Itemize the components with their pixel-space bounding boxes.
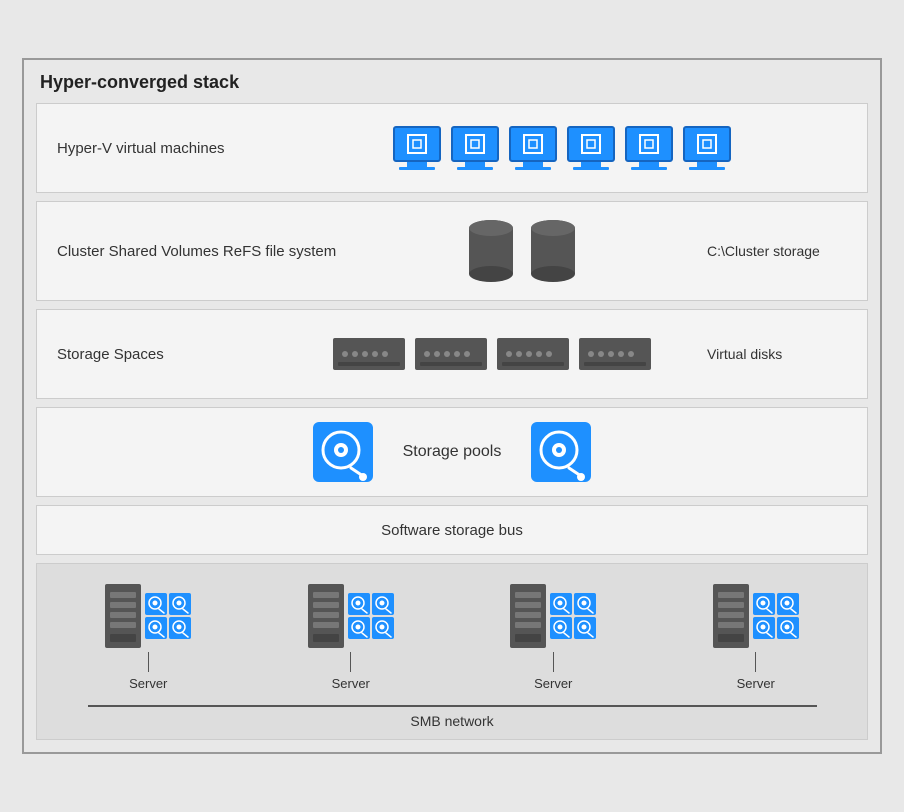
hyperv-icons: [277, 126, 847, 170]
server-tick-3: [553, 652, 554, 672]
csv-label: Cluster Shared Volumes ReFS file system: [57, 243, 336, 260]
storage-spaces-label: Storage Spaces: [57, 346, 277, 363]
hyperv-layer: Hyper-V virtual machines: [36, 103, 868, 193]
hdd-icon-right: [531, 422, 591, 482]
db-icon-2: [527, 216, 579, 286]
mini-hdd-3b: [574, 593, 596, 615]
vm-screen: [393, 126, 441, 162]
nas-icon-4: [579, 334, 651, 374]
db-icon-1: [465, 216, 517, 286]
vm-icon-5: [625, 126, 673, 170]
server-tick-4: [755, 652, 756, 672]
nas-icon-3: [497, 334, 569, 374]
server-with-drives-2: [308, 584, 394, 648]
server-node-3: Server: [510, 584, 596, 691]
drives-grid-2: [348, 593, 394, 639]
mini-hdd-1c: [145, 617, 167, 639]
server-node-4: Server: [713, 584, 799, 691]
vm-icon-1: [393, 126, 441, 170]
storage-spaces-right-label: Virtual disks: [707, 346, 847, 362]
server-tick-2: [350, 652, 351, 672]
mini-hdd-1a: [145, 593, 167, 615]
server-tower-3: [510, 584, 546, 648]
hdd-icon-left: [313, 422, 373, 482]
server-tower-1: [105, 584, 141, 648]
mini-hdd-2a: [348, 593, 370, 615]
server-label-2: Server: [332, 676, 370, 691]
storage-spaces-icons: [277, 334, 707, 374]
mini-hdd-2d: [372, 617, 394, 639]
drives-grid-4: [753, 593, 799, 639]
nas-icon-1: [333, 334, 405, 374]
mini-hdd-4c: [753, 617, 775, 639]
mini-hdd-4d: [777, 617, 799, 639]
mini-hdd-4b: [777, 593, 799, 615]
server-with-drives-1: [105, 584, 191, 648]
smb-line: [88, 705, 817, 707]
vm-icon-4: [567, 126, 615, 170]
diagram-container: Hyper-converged stack Hyper-V virtual ma…: [22, 58, 882, 754]
mini-hdd-3a: [550, 593, 572, 615]
vm-base: [399, 167, 435, 170]
server-node-2: Server: [308, 584, 394, 691]
storage-spaces-layer: Storage Spaces: [36, 309, 868, 399]
hyperv-label: Hyper-V virtual machines: [57, 140, 277, 157]
vm-icon-6: [683, 126, 731, 170]
storage-pools-layer: Storage pools: [36, 407, 868, 497]
server-tower-4: [713, 584, 749, 648]
drives-grid-1: [145, 593, 191, 639]
vm-icon-2: [451, 126, 499, 170]
csv-icons: [336, 216, 707, 286]
servers-row: Server: [47, 574, 857, 701]
drives-grid-3: [550, 593, 596, 639]
mini-hdd-3d: [574, 617, 596, 639]
storage-pools-label: Storage pools: [403, 443, 502, 461]
vm-icon-3: [509, 126, 557, 170]
csv-right-label: C:\Cluster storage: [707, 243, 847, 259]
mini-hdd-1d: [169, 617, 191, 639]
mini-hdd-2b: [372, 593, 394, 615]
mini-hdd-3c: [550, 617, 572, 639]
mini-hdd-2c: [348, 617, 370, 639]
server-label-1: Server: [129, 676, 167, 691]
smb-network-row: SMB network: [47, 705, 857, 729]
server-with-drives-4: [713, 584, 799, 648]
server-label-4: Server: [737, 676, 775, 691]
software-bus-label: Software storage bus: [57, 522, 847, 539]
csv-layer: Cluster Shared Volumes ReFS file system …: [36, 201, 868, 301]
software-bus-layer: Software storage bus: [36, 505, 868, 555]
server-tower-2: [308, 584, 344, 648]
server-label-3: Server: [534, 676, 572, 691]
bottom-section: Server: [36, 563, 868, 740]
mini-hdd-4a: [753, 593, 775, 615]
server-with-drives-3: [510, 584, 596, 648]
mini-hdd-1b: [169, 593, 191, 615]
nas-icon-2: [415, 334, 487, 374]
server-tick-1: [148, 652, 149, 672]
smb-label: SMB network: [410, 713, 493, 729]
server-node-1: Server: [105, 584, 191, 691]
diagram-title: Hyper-converged stack: [36, 72, 868, 93]
